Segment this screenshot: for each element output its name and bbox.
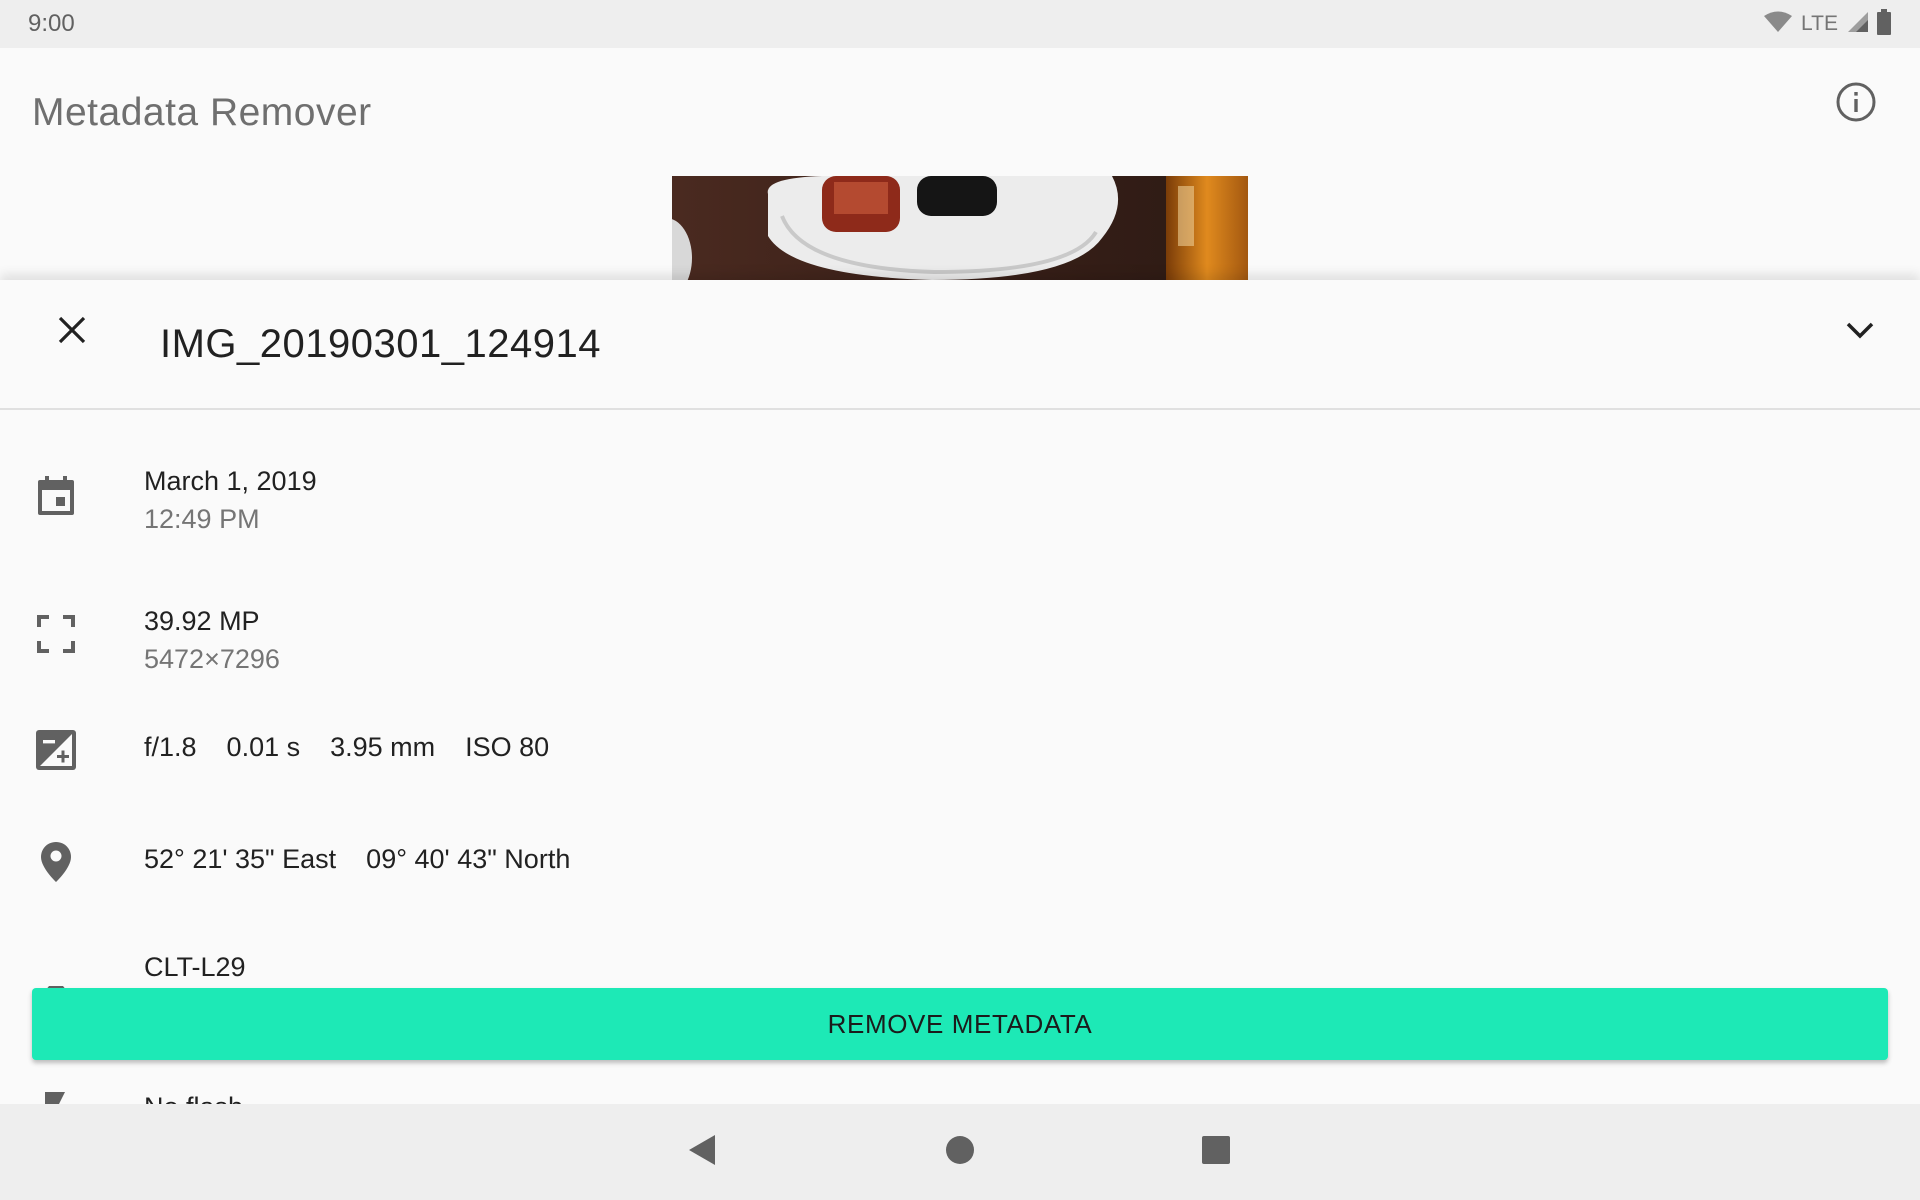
flash-row: No flash xyxy=(0,1080,1920,1104)
time-value: 12:49 PM xyxy=(144,504,260,534)
close-icon xyxy=(56,314,88,351)
camera-model-value: CLT-L29 xyxy=(144,952,246,982)
flash-value: No flash xyxy=(144,1092,243,1104)
shutter-value: 0.01 s xyxy=(226,732,301,762)
exposure-values: f/1.8 0.01 s 3.95 mm ISO 80 xyxy=(144,732,549,763)
status-bar: 9:00 LTE xyxy=(0,0,1920,48)
remove-metadata-button[interactable]: REMOVE METADATA xyxy=(32,988,1888,1060)
longitude-value: 52° 21' 35" East xyxy=(144,844,337,874)
dimensions-value: 5472×7296 xyxy=(144,644,280,674)
wifi-icon xyxy=(1763,10,1793,39)
home-icon xyxy=(944,1134,976,1171)
home-button[interactable] xyxy=(936,1128,984,1176)
fullscreen-icon xyxy=(32,610,80,658)
flash-icon xyxy=(32,1086,80,1104)
focal-length-value: 3.95 mm xyxy=(330,732,436,762)
sheet-header: IMG_20190301_124914 xyxy=(0,280,1920,410)
network-type: LTE xyxy=(1801,12,1838,35)
app-title: Metadata Remover xyxy=(32,91,372,134)
app-bar: Metadata Remover xyxy=(0,48,1920,176)
location-row: 52° 21' 35" East 09° 40' 43" North xyxy=(0,832,1920,912)
megapixels-value: 39.92 MP xyxy=(144,606,260,636)
battery-icon xyxy=(1876,8,1892,41)
details-sheet: IMG_20190301_124914 March 1, 2019 12:49 … xyxy=(0,280,1920,1104)
resolution-row: 39.92 MP 5472×7296 xyxy=(0,580,1920,680)
collapse-button[interactable] xyxy=(1836,308,1884,356)
chevron-down-icon xyxy=(1844,314,1876,351)
latitude-value: 09° 40' 43" North xyxy=(366,844,571,874)
iso-value: ISO 80 xyxy=(465,732,550,762)
remove-metadata-label: REMOVE METADATA xyxy=(827,1008,1093,1039)
back-button[interactable] xyxy=(679,1128,727,1176)
status-time: 9:00 xyxy=(28,10,75,37)
date-value: March 1, 2019 xyxy=(144,466,317,496)
signal-icon xyxy=(1846,10,1870,39)
date-row: March 1, 2019 12:49 PM xyxy=(0,440,1920,540)
aperture-value: f/1.8 xyxy=(144,732,197,762)
file-name: IMG_20190301_124914 xyxy=(160,322,601,366)
image-preview[interactable] xyxy=(672,176,1248,280)
status-icons: LTE xyxy=(1763,8,1892,40)
close-button[interactable] xyxy=(48,308,96,356)
exposure-row: f/1.8 0.01 s 3.95 mm ISO 80 xyxy=(0,720,1920,800)
info-icon xyxy=(1835,81,1877,128)
recents-icon xyxy=(1201,1135,1231,1170)
calendar-icon xyxy=(32,472,80,520)
location-values: 52° 21' 35" East 09° 40' 43" North xyxy=(144,844,570,875)
location-pin-icon xyxy=(32,838,80,886)
photo-thumbnail xyxy=(672,176,1248,280)
back-icon xyxy=(687,1133,719,1172)
info-button[interactable] xyxy=(1832,80,1880,128)
navigation-bar xyxy=(0,1104,1920,1200)
recents-button[interactable] xyxy=(1192,1128,1240,1176)
exposure-icon xyxy=(32,726,80,774)
